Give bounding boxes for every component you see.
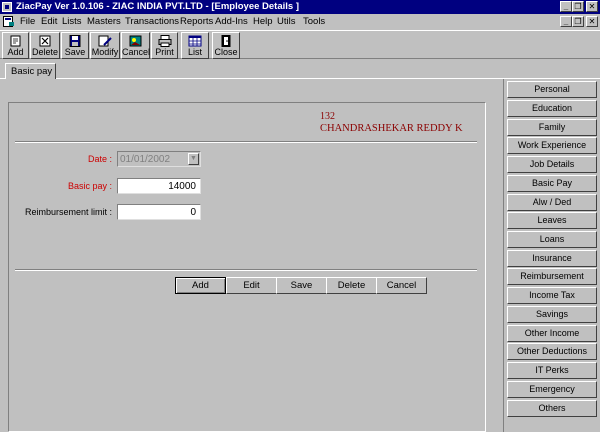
close-icon[interactable]: ✕ xyxy=(586,1,598,12)
side-work-experience-button[interactable]: Work Experience xyxy=(507,137,597,154)
delete-icon xyxy=(39,35,51,47)
menu-help[interactable]: Help xyxy=(253,16,273,27)
restore-icon[interactable]: ❐ xyxy=(572,1,584,12)
employee-id: 132 xyxy=(320,111,335,122)
menu-file[interactable]: File xyxy=(20,16,35,27)
cancel-icon xyxy=(129,35,141,47)
delete-button[interactable]: Delete xyxy=(326,277,377,294)
basic-pay-label: Basic pay : xyxy=(67,181,112,191)
menu-masters[interactable]: Masters xyxy=(87,16,121,27)
side-insurance-button[interactable]: Insurance xyxy=(507,250,597,267)
toolbar: Add Delete Save Modify Cancel Print List… xyxy=(0,30,600,59)
toolbar-cancel-label: Cancel xyxy=(122,47,151,57)
menu-lists[interactable]: Lists xyxy=(62,16,82,27)
minimize-icon[interactable]: _ xyxy=(560,1,572,12)
date-value: 01/01/2002 xyxy=(120,154,171,165)
toolbar-save-label: Save xyxy=(64,47,86,57)
menu-tools[interactable]: Tools xyxy=(303,16,325,27)
toolbar-add-label: Add xyxy=(7,47,24,57)
doc-restore-icon[interactable]: ❐ xyxy=(572,16,584,27)
header-divider xyxy=(15,141,477,143)
toolbar-list-label: List xyxy=(187,47,202,57)
chevron-down-icon[interactable]: ▼ xyxy=(188,153,199,165)
doc-minimize-icon[interactable]: _ xyxy=(560,16,572,27)
toolbar-save-button[interactable]: Save xyxy=(61,32,89,59)
menu-edit[interactable]: Edit xyxy=(41,16,57,27)
date-field[interactable]: 01/01/2002 ▼ xyxy=(117,151,201,167)
basic-pay-field[interactable]: 14000 xyxy=(117,178,201,194)
reimbursement-limit-field[interactable]: 0 xyxy=(117,204,201,220)
side-family-button[interactable]: Family xyxy=(507,119,597,136)
edit-button[interactable]: Edit xyxy=(226,277,277,294)
reimbursement-limit-label: Reimbursement limit : xyxy=(24,207,112,217)
doc-close-icon[interactable]: ✕ xyxy=(586,16,598,27)
employee-name: CHANDRASHEKAR REDDY K xyxy=(320,123,463,134)
save-disk-icon xyxy=(69,35,81,47)
toolbar-delete-label: Delete xyxy=(31,47,58,57)
menu-utils[interactable]: Utils xyxy=(277,16,295,27)
list-grid-icon xyxy=(188,35,202,47)
date-label: Date : xyxy=(87,154,112,164)
side-leaves-button[interactable]: Leaves xyxy=(507,212,597,229)
side-personal-button[interactable]: Personal xyxy=(507,81,597,98)
window-title: ZiacPay Ver 1.0.106 - ZIAC INDIA PVT.LTD… xyxy=(16,1,299,12)
side-it-perks-button[interactable]: IT Perks xyxy=(507,362,597,379)
close-door-icon xyxy=(221,35,231,47)
side-job-details-button[interactable]: Job Details xyxy=(507,156,597,173)
main-panel xyxy=(8,102,486,432)
toolbar-list-button[interactable]: List xyxy=(181,32,209,59)
form-divider xyxy=(15,269,477,271)
side-income-tax-button[interactable]: Income Tax xyxy=(507,287,597,304)
toolbar-add-button[interactable]: Add xyxy=(2,32,29,59)
side-alw-ded-button[interactable]: Alw / Ded xyxy=(507,194,597,211)
document-icon[interactable] xyxy=(3,16,15,27)
menu-bar: File Edit Lists Masters Transactions Rep… xyxy=(0,14,600,29)
toolbar-print-button[interactable]: Print xyxy=(151,32,178,59)
side-education-button[interactable]: Education xyxy=(507,100,597,117)
add-button[interactable]: Add xyxy=(175,277,226,294)
menu-reports[interactable]: Reports xyxy=(180,16,213,27)
toolbar-modify-label: Modify xyxy=(91,47,119,57)
printer-icon xyxy=(158,35,171,47)
menu-add-ins[interactable]: Add-Ins xyxy=(215,16,248,27)
toolbar-close-button[interactable]: Close xyxy=(212,32,240,59)
reimbursement-limit-value: 0 xyxy=(190,207,196,218)
side-other-income-button[interactable]: Other Income xyxy=(507,325,597,342)
add-record-icon xyxy=(10,35,20,47)
tab-basic-pay[interactable]: Basic pay xyxy=(5,63,56,79)
app-icon[interactable] xyxy=(2,2,12,12)
modify-icon xyxy=(98,35,112,47)
toolbar-modify-button[interactable]: Modify xyxy=(90,32,120,59)
title-bar: ZiacPay Ver 1.0.106 - ZIAC INDIA PVT.LTD… xyxy=(0,0,600,14)
toolbar-cancel-button[interactable]: Cancel xyxy=(121,32,150,59)
side-other-deductions-button[interactable]: Other Deductions xyxy=(507,343,597,360)
toolbar-delete-button[interactable]: Delete xyxy=(30,32,60,59)
side-reimbursement-button[interactable]: Reimbursement xyxy=(507,268,597,285)
cancel-button[interactable]: Cancel xyxy=(376,277,427,294)
menu-transactions[interactable]: Transactions xyxy=(125,16,179,27)
side-savings-button[interactable]: Savings xyxy=(507,306,597,323)
side-emergency-button[interactable]: Emergency xyxy=(507,381,597,398)
save-button[interactable]: Save xyxy=(276,277,327,294)
basic-pay-value: 14000 xyxy=(168,181,196,192)
side-loans-button[interactable]: Loans xyxy=(507,231,597,248)
toolbar-close-label: Close xyxy=(214,47,238,57)
side-basic-pay-button[interactable]: Basic Pay xyxy=(507,175,597,192)
toolbar-print-label: Print xyxy=(155,47,174,57)
side-others-button[interactable]: Others xyxy=(507,400,597,417)
